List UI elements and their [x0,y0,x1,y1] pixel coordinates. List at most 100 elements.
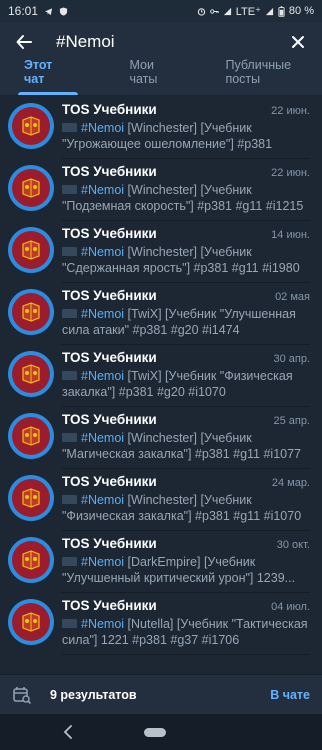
book-icon [12,169,50,207]
result-row[interactable]: TOS Учебники 30 апр. #Nemoi [TwiX] [Учеб… [0,344,322,407]
signal-icon [223,7,231,15]
hashtag-link[interactable]: #Nemoi [81,431,124,445]
search-results-list: TOS Учебники 22 июн. #Nemoi [Winchester]… [0,96,322,655]
book-icon [12,417,50,455]
status-bar: 16:01 LTE⁺ 80 % [0,0,322,22]
flag-icon [62,495,77,504]
result-message: #Nemoi [TwiX] [Учебник "Физическая закал… [62,368,310,400]
result-date: 25 апр. [273,415,310,427]
tab-this-chat[interactable]: Этот чат [17,58,80,95]
channel-avatar [8,599,54,645]
result-title: TOS Учебники [62,350,157,365]
battery-level: 80 % [288,5,314,17]
result-title: TOS Учебники [62,288,157,303]
result-content: TOS Учебники 24 мар. #Nemoi [Winchester]… [62,474,310,531]
flag-icon [62,371,77,380]
system-back-button[interactable] [58,722,78,742]
network-type: LTE⁺ [235,5,261,18]
channel-avatar [8,413,54,459]
result-content: TOS Учебники 04 июл. #Nemoi [Nutella] [У… [62,598,310,655]
result-row[interactable]: TOS Учебники 30 окт. #Nemoi [DarkEmpire]… [0,530,322,593]
channel-avatar [8,289,54,335]
hashtag-link[interactable]: #Nemoi [81,183,124,197]
flag-icon [62,433,77,442]
in-chat-button[interactable]: В чате [270,688,310,702]
hashtag-link[interactable]: #Nemoi [81,121,124,135]
tab-my-chats[interactable]: Мои чаты [129,58,181,95]
result-date: 22 июн. [271,105,310,117]
result-date: 24 мар. [271,477,310,489]
hashtag-link[interactable]: #Nemoi [81,245,124,259]
flag-icon [62,247,77,256]
alarm-icon [197,7,205,16]
search-header: #Nemoi [0,22,322,62]
result-row[interactable]: TOS Учебники 14 июн. #Nemoi [Winchester]… [0,220,322,283]
flag-icon [62,557,77,566]
flag-icon [62,185,77,194]
result-title: TOS Учебники [62,598,157,613]
result-content: TOS Учебники 25 апр. #Nemoi [Winchester]… [62,412,310,469]
close-icon [292,36,304,48]
result-row[interactable]: TOS Учебники 25 апр. #Nemoi [Winchester]… [0,406,322,469]
channel-avatar [8,103,54,149]
result-title: TOS Учебники [62,474,157,489]
book-icon [12,107,50,145]
status-time: 16:01 [8,4,39,18]
result-content: TOS Учебники 22 июн. #Nemoi [Winchester]… [62,102,310,159]
search-input[interactable]: #Nemoi [56,32,286,52]
result-message: #Nemoi [Winchester] [Учебник "Физическая… [62,492,310,524]
result-row[interactable]: TOS Учебники 04 июл. #Nemoi [Nutella] [У… [0,592,322,655]
result-content: TOS Учебники 02 мая #Nemoi [TwiX] [Учебн… [62,288,310,345]
search-results-bar: 9 результатов В чате [0,674,322,714]
result-row[interactable]: TOS Учебники 22 июн. #Nemoi [Winchester]… [0,158,322,221]
result-message: #Nemoi [DarkEmpire] [Учебник "Улучшенный… [62,554,310,586]
result-title: TOS Учебники [62,226,157,241]
result-row[interactable]: TOS Учебники 02 мая #Nemoi [TwiX] [Учебн… [0,282,322,345]
hashtag-link[interactable]: #Nemoi [81,493,124,507]
result-date: 04 июл. [271,601,310,613]
channel-avatar [8,227,54,273]
result-message: #Nemoi [Winchester] [Учебник "Угрожающее… [62,120,310,152]
result-message: #Nemoi [Winchester] [Учебник "Магическая… [62,430,310,462]
result-row[interactable]: TOS Учебники 24 мар. #Nemoi [Winchester]… [0,468,322,531]
battery-icon [278,5,285,17]
result-date: 22 июн. [271,167,310,179]
result-title: TOS Учебники [62,536,157,551]
back-button[interactable] [12,30,36,54]
hashtag-link[interactable]: #Nemoi [81,555,124,569]
book-icon [12,541,50,579]
hashtag-link[interactable]: #Nemoi [81,307,124,321]
result-message: #Nemoi [TwiX] [Учебник "Улучшенная сила … [62,306,310,338]
result-content: TOS Учебники 30 окт. #Nemoi [DarkEmpire]… [62,536,310,593]
result-content: TOS Учебники 22 июн. #Nemoi [Winchester]… [62,164,310,221]
arrow-left-icon [16,35,32,49]
result-message: #Nemoi [Winchester] [Учебник "Сдержанная… [62,244,310,276]
search-scope-tabs: Этот чат Мои чаты Публичные посты [0,58,322,96]
book-icon [12,231,50,269]
book-icon [12,293,50,331]
calendar-search-icon[interactable] [12,685,32,705]
result-title: TOS Учебники [62,102,157,117]
results-count: 9 результатов [50,687,137,702]
result-date: 30 апр. [273,353,310,365]
flag-icon [62,309,77,318]
channel-avatar [8,475,54,521]
hashtag-link[interactable]: #Nemoi [81,617,124,631]
result-row[interactable]: TOS Учебники 22 июн. #Nemoi [Winchester]… [0,96,322,159]
result-date: 30 окт. [276,539,310,551]
shield-icon [59,6,68,16]
flag-icon [62,123,77,132]
result-content: TOS Учебники 14 июн. #Nemoi [Winchester]… [62,226,310,283]
result-date: 02 мая [275,291,310,303]
book-icon [12,479,50,517]
result-title: TOS Учебники [62,412,157,427]
home-pill[interactable] [144,727,166,737]
result-message: #Nemoi [Nutella] [Учебник "Тактическая с… [62,616,310,648]
signal-icon-2 [265,7,274,15]
result-message: #Nemoi [Winchester] [Учебник "Подземная … [62,182,310,214]
tab-public-posts[interactable]: Публичные посты [225,58,322,95]
hashtag-link[interactable]: #Nemoi [81,369,124,383]
clear-search-button[interactable] [286,30,310,54]
chevron-left-icon [63,725,72,739]
flag-icon [62,619,77,628]
